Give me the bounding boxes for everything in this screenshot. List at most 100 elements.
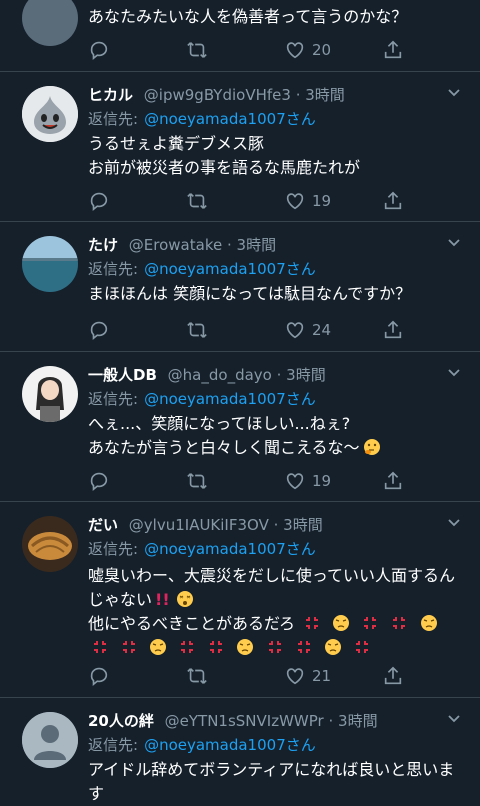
timestamp[interactable]: · 3時間 bbox=[274, 516, 323, 534]
like-icon bbox=[286, 668, 304, 685]
chevron-down-icon[interactable] bbox=[446, 234, 462, 250]
avatar[interactable] bbox=[22, 86, 78, 142]
tweet-text-line: す bbox=[88, 784, 105, 803]
like-button[interactable]: 20 bbox=[284, 38, 331, 62]
anime-character-avatar-image bbox=[22, 366, 78, 422]
tweet[interactable]: だい @ylvu1IAUKiIF3OV · 3時間 返信先: @noeyamada… bbox=[0, 502, 480, 698]
tweet-text-line: あなたみたいな人を偽善者って言うのかな？ bbox=[88, 7, 408, 26]
double-exclamation-emoji-icon: !! bbox=[155, 590, 170, 609]
share-icon bbox=[384, 471, 402, 490]
share-button[interactable] bbox=[382, 664, 404, 688]
tweet[interactable]: たけ @Erowatake · 3時間 返信先: @noeyamada1007さん… bbox=[0, 222, 480, 352]
sea-avatar-image bbox=[22, 236, 78, 292]
tweet-actions: 20 bbox=[88, 38, 418, 62]
emoji-line bbox=[88, 636, 460, 660]
retweet-button[interactable] bbox=[186, 469, 208, 493]
reply-context: 返信先: @noeyamada1007さん bbox=[88, 734, 316, 755]
chevron-down-icon[interactable] bbox=[446, 84, 462, 100]
tweet-text-line: じゃない bbox=[88, 590, 153, 609]
avatar[interactable] bbox=[22, 0, 78, 46]
retweet-button[interactable] bbox=[186, 38, 208, 62]
chevron-down-icon[interactable] bbox=[446, 364, 462, 380]
reply-mention-link[interactable]: @noeyamada1007さん bbox=[144, 110, 316, 128]
angry-face-emoji-icon bbox=[333, 615, 350, 631]
tweet-header: 20人の絆 @eYTN1sSNVIzWWPr · 3時間 bbox=[88, 710, 440, 731]
retweet-icon bbox=[187, 193, 207, 209]
tweet-text-line-wrapper: じゃない!! bbox=[88, 588, 460, 612]
chevron-down-icon[interactable] bbox=[446, 514, 462, 530]
handle[interactable]: @ylvu1IAUKiIF3OV bbox=[129, 516, 269, 534]
handle[interactable]: @eYTN1sSNVIzWWPr bbox=[165, 712, 324, 730]
reply-button[interactable] bbox=[88, 664, 110, 688]
croissant-avatar-image bbox=[22, 516, 78, 572]
angry-face-emoji-icon bbox=[150, 639, 167, 655]
handle[interactable]: @Erowatake bbox=[129, 236, 222, 254]
display-name[interactable]: だい bbox=[88, 516, 118, 534]
like-count: 19 bbox=[312, 472, 332, 490]
retweet-button[interactable] bbox=[186, 318, 208, 342]
handle[interactable]: @ha_do_dayo bbox=[168, 366, 272, 384]
avatar[interactable] bbox=[22, 712, 78, 768]
chevron-down-icon[interactable] bbox=[446, 710, 462, 726]
reply-context: 返信先: @noeyamada1007さん bbox=[88, 538, 316, 559]
tweet-text: まほほんは 笑顔になっては駄目なんですか？ bbox=[88, 282, 460, 306]
anger-symbol-emoji-icon bbox=[364, 617, 377, 629]
reply-label: 返信先: bbox=[88, 540, 139, 558]
reply-mention-link[interactable]: @noeyamada1007さん bbox=[144, 736, 316, 754]
reply-icon bbox=[90, 667, 108, 687]
share-button[interactable] bbox=[382, 318, 404, 342]
reply-button[interactable] bbox=[88, 189, 110, 213]
timestamp[interactable]: · 3時間 bbox=[328, 712, 377, 730]
reply-button[interactable] bbox=[88, 469, 110, 493]
share-icon bbox=[384, 666, 402, 685]
avatar[interactable] bbox=[22, 516, 78, 572]
share-button[interactable] bbox=[382, 38, 404, 62]
like-icon bbox=[286, 473, 304, 490]
tweet[interactable]: ヒカル @ipw9gBYdioVHfe3 · 3時間 返信先: @noeyamad… bbox=[0, 72, 480, 222]
display-name[interactable]: たけ bbox=[88, 236, 118, 254]
reply-button[interactable] bbox=[88, 38, 110, 62]
tweet-text-line: アイドル辞めてボランティアになれば良いと思いま bbox=[88, 760, 455, 779]
tweet[interactable]: 一般人DB @ha_do_dayo · 3時間 返信先: @noeyamada10… bbox=[0, 352, 480, 502]
reply-mention-link[interactable]: @noeyamada1007さん bbox=[144, 260, 316, 278]
like-button[interactable]: 19 bbox=[284, 469, 331, 493]
retweet-icon bbox=[187, 322, 207, 338]
tweet-text: アイドル辞めてボランティアになれば良いと思いま す bbox=[88, 758, 460, 806]
anger-symbol-emoji-icon bbox=[297, 641, 310, 653]
reply-mention-link[interactable]: @noeyamada1007さん bbox=[144, 540, 316, 558]
tweet-text: あなたみたいな人を偽善者って言うのかな？ bbox=[88, 5, 460, 29]
display-name[interactable]: 20人の絆 bbox=[88, 712, 154, 730]
timestamp[interactable]: · 3時間 bbox=[296, 86, 345, 104]
like-button[interactable]: 19 bbox=[284, 189, 331, 213]
retweet-button[interactable] bbox=[186, 189, 208, 213]
like-count: 20 bbox=[312, 41, 332, 59]
tweet-text-line: 他にやるべきことがあるだろ bbox=[88, 614, 296, 633]
avatar[interactable] bbox=[22, 236, 78, 292]
like-button[interactable]: 24 bbox=[284, 318, 331, 342]
like-icon bbox=[286, 193, 304, 210]
reply-icon bbox=[90, 472, 108, 492]
like-count: 24 bbox=[312, 321, 332, 339]
display-name[interactable]: 一般人DB bbox=[88, 366, 157, 384]
timestamp[interactable]: · 3時間 bbox=[227, 236, 276, 254]
share-button[interactable] bbox=[382, 469, 404, 493]
retweet-button[interactable] bbox=[186, 664, 208, 688]
tweet[interactable]: 20人の絆 @eYTN1sSNVIzWWPr · 3時間 返信先: @noeyam… bbox=[0, 698, 480, 803]
tweet-text-line: へぇ...、笑顔になってほしい...ねぇ? bbox=[88, 414, 351, 433]
like-count: 21 bbox=[312, 667, 332, 685]
share-button[interactable] bbox=[382, 189, 404, 213]
avatar[interactable] bbox=[22, 366, 78, 422]
handle[interactable]: @ipw9gBYdioVHfe3 bbox=[144, 86, 291, 104]
tweet-text: うるせぇよ糞デブメス豚 お前が被災者の事を語るな馬鹿たれが bbox=[88, 132, 460, 180]
tweet-header: だい @ylvu1IAUKiIF3OV · 3時間 bbox=[88, 514, 440, 535]
tweet[interactable]: あなたみたいな人を偽善者って言うのかな？ 20 bbox=[0, 0, 480, 72]
reply-button[interactable] bbox=[88, 318, 110, 342]
tweet-text: へぇ...、笑顔になってほしい...ねぇ? あなたが言うと白々しく聞こえるな〜 bbox=[88, 412, 460, 460]
timestamp[interactable]: · 3時間 bbox=[277, 366, 326, 384]
display-name[interactable]: ヒカル bbox=[88, 86, 133, 104]
reply-mention-link[interactable]: @noeyamada1007さん bbox=[144, 390, 316, 408]
like-button[interactable]: 21 bbox=[284, 664, 331, 688]
anger-symbol-emoji-icon bbox=[268, 641, 281, 653]
reply-context: 返信先: @noeyamada1007さん bbox=[88, 258, 316, 279]
share-icon bbox=[384, 191, 402, 210]
